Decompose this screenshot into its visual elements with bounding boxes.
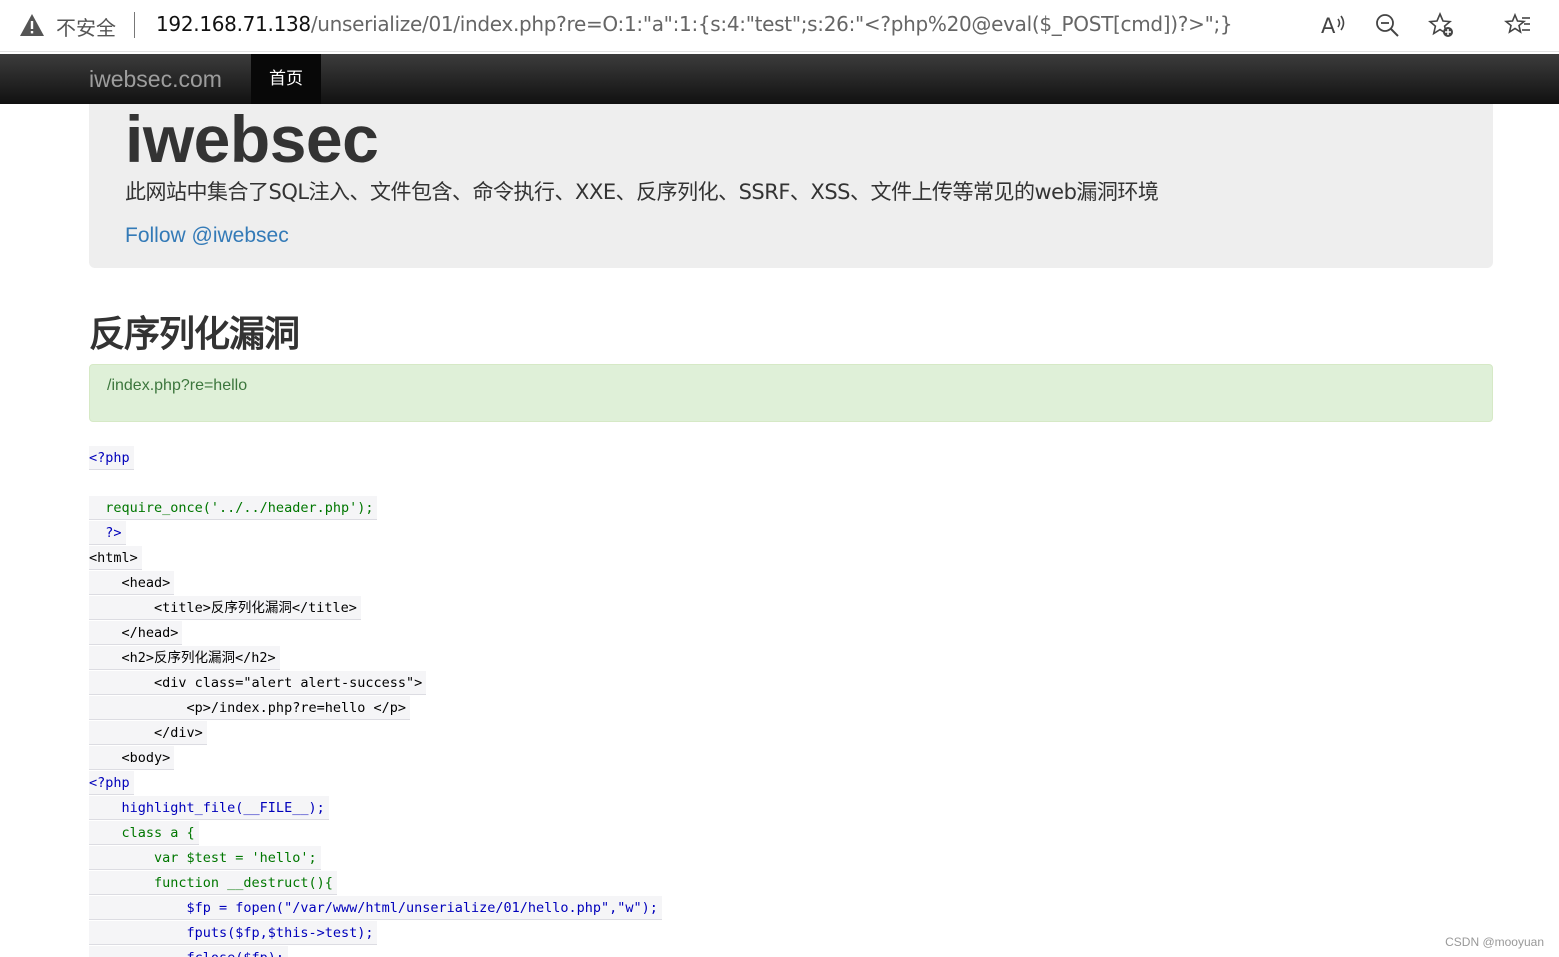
code-line: fclose($fp); (89, 946, 289, 957)
jumbotron: iwebsec 此网站中集合了SQL注入、文件包含、命令执行、XXE、反序列化、… (89, 104, 1493, 268)
page-title: 反序列化漏洞 (89, 314, 300, 355)
code-line: <head> (89, 571, 175, 596)
favorites-icon[interactable] (1503, 11, 1532, 39)
not-secure-label[interactable]: 不安全 (56, 12, 116, 41)
code-line: require_once('../../header.php'); (89, 496, 378, 521)
url-host: 192.168.71.138 (156, 12, 311, 36)
jumbotron-lead: 此网站中集合了SQL注入、文件包含、命令执行、XXE、反序列化、SSRF、XSS… (125, 180, 1159, 204)
warning-icon[interactable] (19, 13, 45, 37)
code-line: <?php (89, 446, 134, 471)
nav-home[interactable]: 首页 (251, 54, 321, 104)
code-line: $fp = fopen("/var/www/html/unserialize/0… (89, 896, 662, 921)
browser-address-bar: 不安全 192.168.71.138/unserialize/01/index.… (0, 0, 1559, 52)
code-line: <?php (89, 771, 134, 796)
code-line: function __destruct(){ (89, 871, 337, 896)
code-line: fputs($fp,$this->test); (89, 921, 378, 946)
jumbotron-title: iwebsec (125, 102, 379, 176)
code-line: <p>/index.php?re=hello </p> (89, 696, 410, 721)
navbar-brand[interactable]: iwebsec.com (89, 66, 222, 93)
code-line: <h2>反序列化漏洞</h2> (89, 646, 280, 671)
add-favorite-icon[interactable] (1427, 11, 1455, 39)
code-line: <html> (89, 546, 142, 571)
zoom-out-icon[interactable] (1373, 11, 1401, 39)
alert-text: /index.php?re=hello (107, 377, 248, 394)
code-line: <title>反序列化漏洞</title> (89, 596, 361, 621)
code-line: <div class="alert alert-success"> (89, 671, 427, 696)
address-divider (134, 12, 135, 38)
alert-success: /index.php?re=hello (89, 364, 1493, 422)
svg-text:A: A (1321, 14, 1336, 38)
watermark: CSDN @mooyuan (1445, 935, 1544, 949)
follow-link[interactable]: Follow @iwebsec (125, 224, 289, 248)
code-line: </head> (89, 621, 183, 646)
url-field[interactable]: 192.168.71.138/unserialize/01/index.php?… (156, 12, 1233, 36)
code-line: var $test = 'hello'; (89, 846, 321, 871)
code-line: </div> (89, 721, 207, 746)
code-line: class a { (89, 821, 199, 846)
code-line: highlight_file(__FILE__); (89, 796, 329, 821)
site-navbar: iwebsec.com 首页 (0, 54, 1559, 104)
read-aloud-icon[interactable]: A (1319, 11, 1347, 39)
url-path: /unserialize/01/index.php?re=O:1:"a":1:{… (310, 12, 1233, 36)
code-line: <body> (89, 746, 175, 771)
code-line: ?> (89, 521, 126, 546)
